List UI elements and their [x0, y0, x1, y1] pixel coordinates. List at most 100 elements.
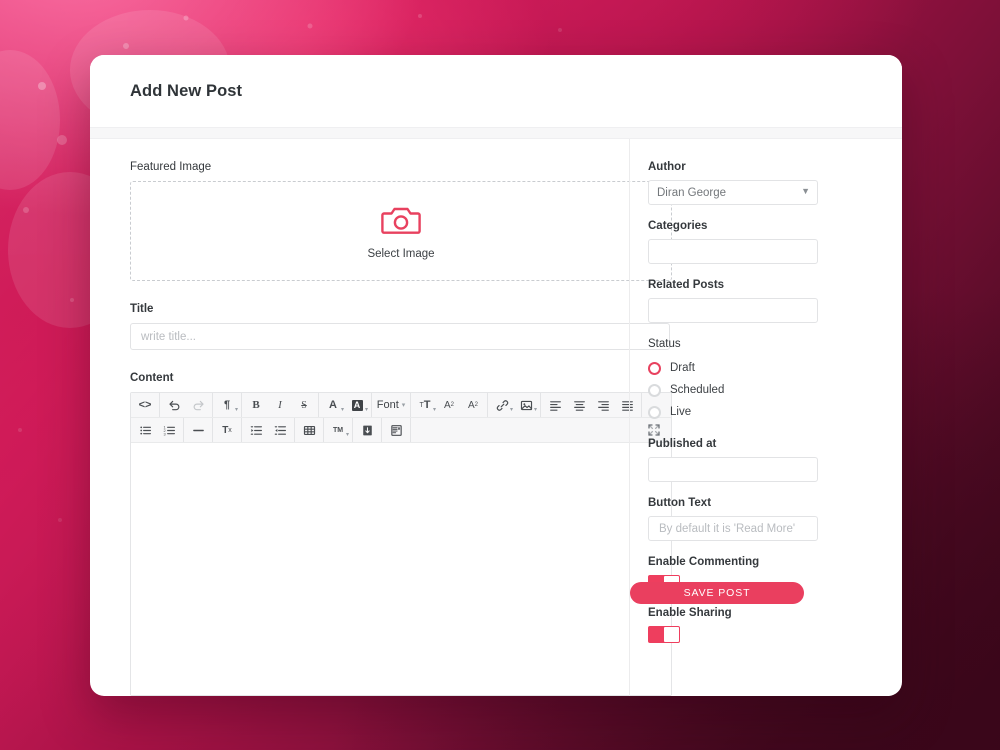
radio-label: Scheduled	[670, 384, 725, 396]
chevron-down-icon: ▾	[509, 407, 513, 413]
add-post-card: Add New Post Featured Image Select Image	[90, 55, 902, 696]
code-view-icon[interactable]: <>	[133, 394, 157, 416]
published-at-input[interactable]	[648, 457, 818, 482]
chevron-down-icon: ▾	[345, 432, 349, 438]
toolbar-group: ▾ ▾	[488, 393, 541, 417]
page-title: Add New Post	[130, 81, 243, 100]
editor-toolbar-row-2: 1 2 3 Tx TM ▾	[131, 418, 671, 443]
toolbar-group	[242, 418, 295, 442]
align-left-icon[interactable]	[543, 394, 567, 416]
sidebar-column: Author Diran George ▼ Categories Related…	[629, 139, 902, 696]
status-radio-draft[interactable]: Draft	[648, 357, 902, 379]
strikethrough-icon[interactable]: S	[292, 394, 316, 416]
categories-label: Categories	[648, 220, 708, 232]
align-center-icon[interactable]	[567, 394, 591, 416]
author-select[interactable]: Diran George	[648, 180, 818, 205]
author-field: Author Diran George ▼	[648, 161, 902, 205]
toolbar-group: Font ▾	[372, 393, 411, 417]
radio-indicator	[648, 361, 661, 375]
related-posts-field: Related Posts	[648, 279, 902, 323]
toolbar-group	[160, 393, 213, 417]
chevron-down-icon: ▾	[533, 407, 537, 413]
editor-toolbar-row-1: <> ¶ ▾ B I S A ▾ A ▾ Font ▾ T T ▾ A 2 A 2 ▾ ▾	[131, 393, 671, 418]
insert-image-icon[interactable]: ▾	[514, 394, 538, 416]
enable-sharing-field: Enable Sharing	[648, 607, 902, 643]
featured-image-field: Featured Image Select Image	[130, 161, 672, 281]
radio-indicator	[648, 383, 661, 397]
categories-field: Categories	[648, 220, 902, 264]
toolbar-group: <>	[131, 393, 160, 417]
toolbar-group: TM ▾	[324, 418, 353, 442]
chevron-down-icon: ▾	[340, 407, 344, 413]
featured-image-dropzone[interactable]: Select Image	[130, 181, 672, 281]
related-posts-input[interactable]	[648, 298, 818, 323]
toolbar-group: Tx	[213, 418, 242, 442]
enable-sharing-label: Enable Sharing	[648, 607, 732, 619]
redo-icon[interactable]	[186, 394, 210, 416]
categories-input[interactable]	[648, 239, 818, 264]
font-family-label: Font ▾	[376, 399, 406, 411]
toolbar-group: BIS	[242, 393, 319, 417]
title-field: Title	[130, 303, 670, 350]
highlight-color-icon[interactable]: A ▾	[345, 394, 369, 416]
author-label: Author	[648, 161, 686, 173]
toolbar-group	[295, 418, 324, 442]
text-color-icon[interactable]: A ▾	[321, 394, 345, 416]
subscript-icon[interactable]: A2	[461, 394, 485, 416]
save-post-button[interactable]: SAVE POST	[630, 582, 804, 604]
font-size-icon[interactable]: T T ▾	[413, 394, 437, 416]
button-text-field: Button Text	[648, 497, 902, 541]
editor-content-area[interactable]	[131, 443, 671, 695]
title-input[interactable]	[130, 323, 670, 350]
insert-template-icon[interactable]	[384, 419, 408, 441]
increase-indent-icon[interactable]	[244, 419, 268, 441]
toolbar-group: T T ▾ A 2 A 2	[411, 393, 488, 417]
status-field: Status Draft Scheduled Live	[648, 338, 902, 423]
font-family-dropdown[interactable]: Font ▾	[374, 394, 408, 416]
content-field: Content <> ¶ ▾ B I S A ▾ A ▾ Font ▾ T T ▾ A 2 A 2 ▾ ▾ 123TxT…	[130, 372, 672, 696]
horizontal-rule-icon[interactable]	[186, 419, 210, 441]
toolbar-group	[184, 418, 213, 442]
align-right-icon[interactable]	[591, 394, 615, 416]
button-text-input[interactable]	[648, 516, 818, 541]
published-at-field: Published at	[648, 438, 902, 482]
main-column: Featured Image Select Image Title Conte	[90, 139, 672, 696]
radio-label: Live	[670, 406, 692, 418]
published-at-label: Published at	[648, 438, 717, 450]
chevron-down-icon: ▾	[234, 407, 238, 413]
camera-icon	[381, 203, 421, 240]
enable-sharing-toggle[interactable]	[648, 626, 680, 643]
undo-icon[interactable]	[162, 394, 186, 416]
page-break-icon[interactable]	[355, 419, 379, 441]
rich-text-editor: <> ¶ ▾ B I S A ▾ A ▾ Font ▾ T T ▾ A 2 A 2 ▾ ▾ 1 2 3 Tx TM ▾	[130, 392, 672, 696]
decrease-indent-icon[interactable]	[268, 419, 292, 441]
enable-commenting-label: Enable Commenting	[648, 556, 760, 568]
superscript-icon[interactable]: A2	[437, 394, 461, 416]
card-header: Add New Post	[90, 55, 902, 127]
select-image-label: Select Image	[367, 247, 435, 260]
toolbar-group: A ▾ A ▾	[319, 393, 372, 417]
insert-table-icon[interactable]	[297, 419, 321, 441]
status-radio-scheduled[interactable]: Scheduled	[648, 379, 902, 401]
toolbar-group: ¶ ▾	[213, 393, 242, 417]
unordered-list-icon[interactable]	[133, 419, 157, 441]
status-radio-group: Draft Scheduled Live	[648, 357, 902, 423]
title-label: Title	[130, 303, 154, 315]
chevron-down-icon: ▾	[364, 407, 368, 413]
insert-link-icon[interactable]: ▾	[490, 394, 514, 416]
special-character-icon[interactable]: TM ▾	[326, 419, 350, 441]
radio-indicator	[648, 405, 661, 419]
status-label: Status	[648, 338, 681, 350]
clear-formatting-icon[interactable]: Tx	[215, 419, 239, 441]
toolbar-group	[382, 418, 411, 442]
status-radio-live[interactable]: Live	[648, 401, 902, 423]
related-posts-label: Related Posts	[648, 279, 725, 291]
toolbar-group	[541, 393, 642, 417]
toggle-knob	[664, 627, 679, 642]
italic-icon[interactable]: I	[268, 394, 292, 416]
ordered-list-icon[interactable]: 123	[157, 419, 181, 441]
toolbar-group: 123	[131, 418, 184, 442]
bold-icon[interactable]: B	[244, 394, 268, 416]
paragraph-format-icon[interactable]: ¶ ▾	[215, 394, 239, 416]
svg-text:3: 3	[163, 431, 165, 436]
